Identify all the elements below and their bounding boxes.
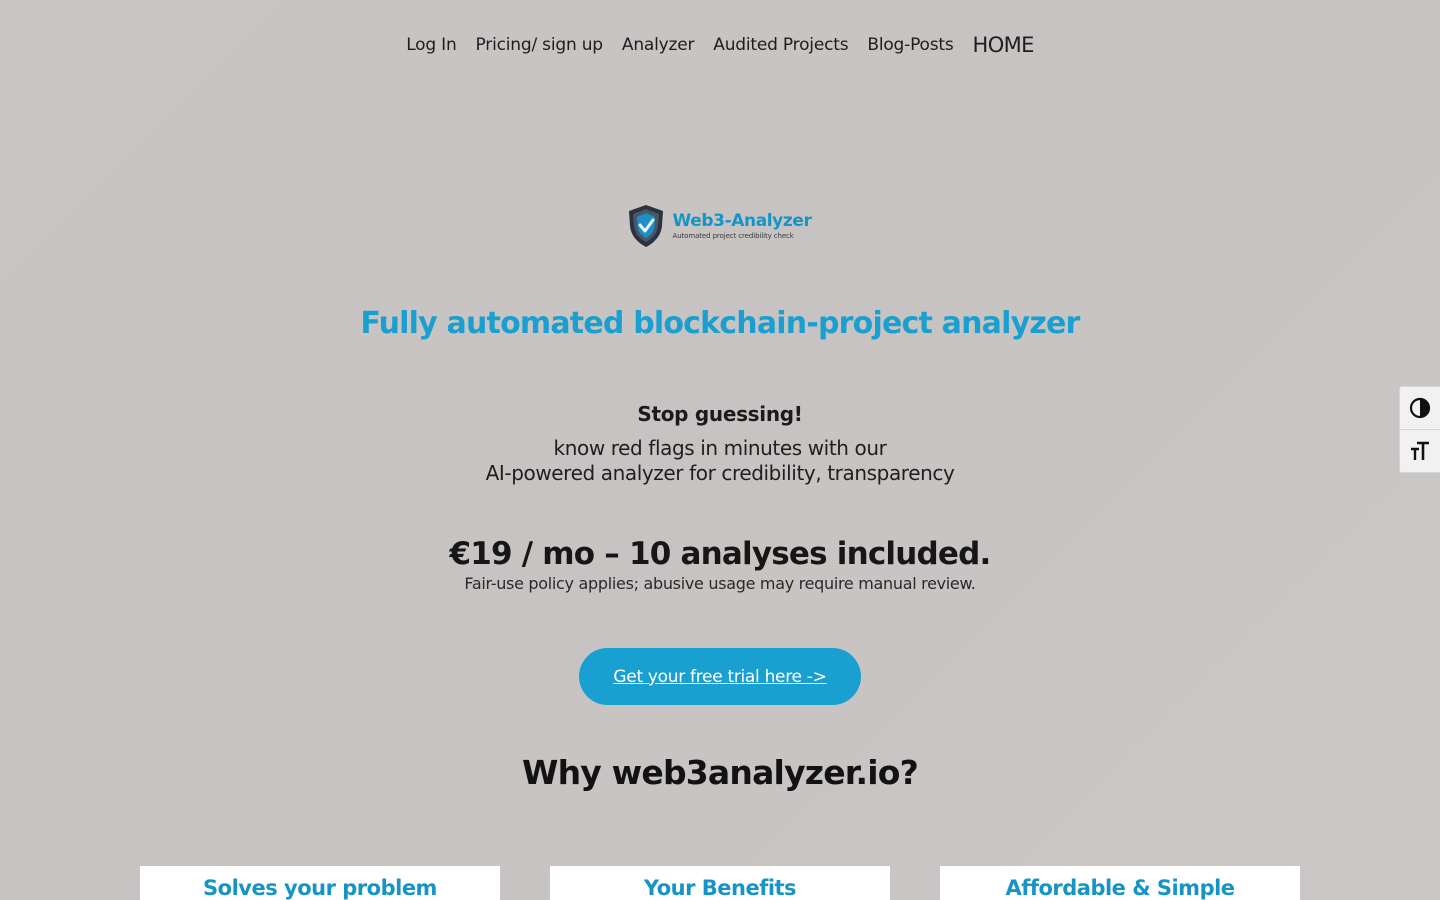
logo-tagline: Automated project credibility check (672, 231, 794, 240)
why-section-title: Why web3analyzer.io? (521, 753, 919, 792)
free-trial-button[interactable]: Get your free trial here -> (579, 648, 861, 705)
shield-check-icon (628, 205, 663, 247)
nav-home-link[interactable]: HOME (973, 30, 1035, 60)
top-navigation: Log In Pricing/ sign up Analyzer Audited… (0, 30, 1440, 60)
nav-login-link[interactable]: Log In (406, 30, 457, 60)
accessibility-toolbar (1399, 386, 1440, 473)
feature-card-solves-problem: Solves your problem (140, 866, 500, 900)
site-logo[interactable]: Web3-Analyzer Automated project credibil… (604, 176, 834, 276)
hero-price: €19 / mo – 10 analyses included. (449, 536, 991, 572)
font-size-icon (1411, 441, 1429, 460)
nav-pricing-link[interactable]: Pricing/ sign up (476, 30, 604, 60)
contrast-toggle-button[interactable] (1400, 387, 1440, 429)
feature-card-benefits: Your Benefits (550, 866, 890, 900)
nav-analyzer-link[interactable]: Analyzer (622, 30, 695, 60)
feature-card-affordable: Affordable & Simple (940, 866, 1300, 900)
hero-stop-guessing: Stop guessing! (637, 402, 803, 426)
logo-brand-name: Web3-Analyzer (672, 210, 812, 231)
hero-headline: Fully automated blockchain-project analy… (360, 306, 1080, 341)
fair-use-note: Fair-use policy applies; abusive usage m… (464, 574, 976, 593)
nav-blog-posts-link[interactable]: Blog-Posts (867, 30, 953, 60)
feature-card-title: Solves your problem (203, 876, 437, 900)
hero-intro: know red flags in minutes with our AI-po… (0, 436, 1440, 486)
nav-audited-projects-link[interactable]: Audited Projects (713, 30, 848, 60)
feature-card-title: Your Benefits (643, 876, 797, 900)
contrast-icon (1409, 397, 1431, 419)
hero-intro-line-1: know red flags in minutes with our (553, 436, 887, 460)
hero-intro-line-2: AI-powered analyzer for credibility, tra… (485, 461, 955, 485)
font-size-toggle-button[interactable] (1400, 429, 1440, 472)
feature-card-title: Affordable & Simple (1005, 876, 1235, 900)
